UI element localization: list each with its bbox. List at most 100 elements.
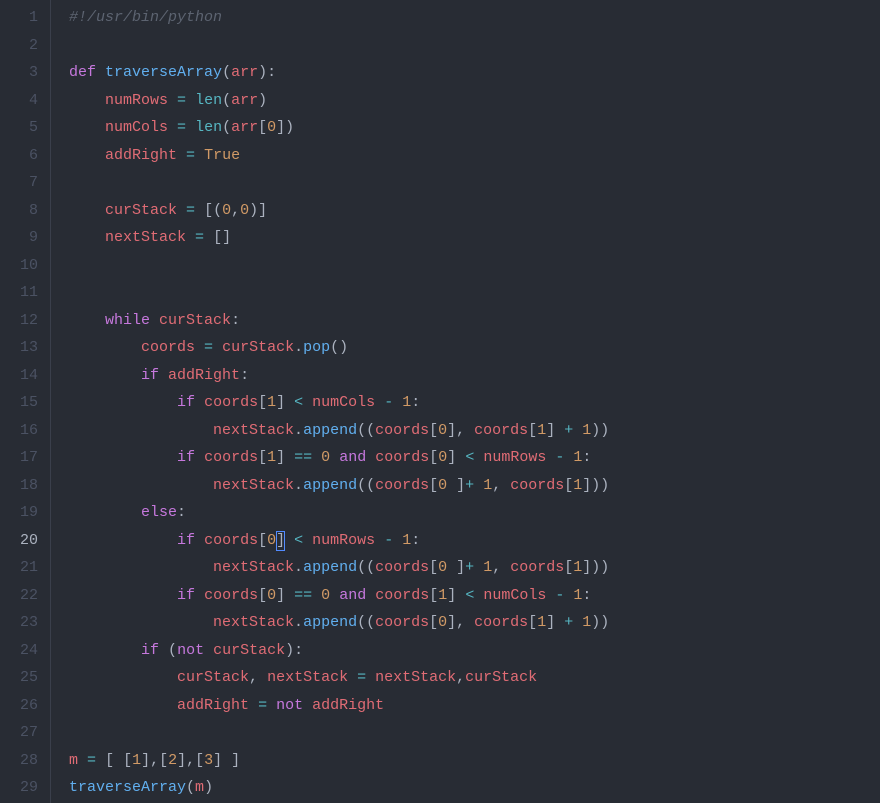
- code-line[interactable]: nextStack.append((coords[0 ]+ 1, coords[…: [69, 554, 880, 582]
- token-var: m: [195, 779, 204, 796]
- code-line[interactable]: if coords[0] == 0 and coords[1] < numCol…: [69, 582, 880, 610]
- token-text: [447, 559, 456, 576]
- token-punc: ((: [357, 614, 375, 631]
- code-line[interactable]: nextStack.append((coords[0], coords[1] +…: [69, 417, 880, 445]
- token-punc: ]: [456, 477, 465, 494]
- token-var: coords: [204, 532, 258, 549]
- token-punc: (: [222, 92, 231, 109]
- token-num: 1: [402, 532, 411, 549]
- code-line[interactable]: numRows = len(arr): [69, 87, 880, 115]
- token-text: [78, 752, 87, 769]
- line-number: 11: [8, 279, 38, 307]
- line-number: 14: [8, 362, 38, 390]
- token-text: [69, 147, 105, 164]
- token-var: numCols: [312, 394, 375, 411]
- token-text: [285, 532, 294, 549]
- token-text: [285, 394, 294, 411]
- token-punc: .: [294, 422, 303, 439]
- token-var: coords: [510, 559, 564, 576]
- token-text: [159, 367, 168, 384]
- token-text: [456, 587, 465, 604]
- token-text: [69, 614, 213, 631]
- token-var: nextStack: [213, 559, 294, 576]
- code-line[interactable]: nextStack.append((coords[0 ]+ 1, coords[…: [69, 472, 880, 500]
- code-line[interactable]: if (not curStack):: [69, 637, 880, 665]
- token-punc: [: [528, 422, 537, 439]
- token-punc: :: [582, 449, 591, 466]
- code-line[interactable]: m = [ [1],[2],[3] ]: [69, 747, 880, 775]
- token-punc: ]: [456, 559, 465, 576]
- code-line[interactable]: def traverseArray(arr):: [69, 59, 880, 87]
- token-var: curStack: [213, 642, 285, 659]
- token-num: 1: [537, 422, 546, 439]
- code-line[interactable]: coords = curStack.pop(): [69, 334, 880, 362]
- token-num: 0: [438, 614, 447, 631]
- token-num: 1: [483, 559, 492, 576]
- token-text: [393, 394, 402, 411]
- token-var: coords: [375, 559, 429, 576]
- code-line[interactable]: [69, 32, 880, 60]
- token-op: =: [186, 147, 195, 164]
- token-var: nextStack: [213, 614, 294, 631]
- code-line[interactable]: curStack = [(0,0)]: [69, 197, 880, 225]
- token-bool: True: [204, 147, 240, 164]
- code-line[interactable]: numCols = len(arr[0]): [69, 114, 880, 142]
- token-punc: (: [186, 779, 195, 796]
- token-punc: ])): [582, 559, 609, 576]
- token-punc: [ [: [105, 752, 132, 769]
- code-line[interactable]: if coords[0] < numRows - 1:: [69, 527, 880, 555]
- code-line[interactable]: #!/usr/bin/python: [69, 4, 880, 32]
- line-number: 10: [8, 252, 38, 280]
- line-number: 7: [8, 169, 38, 197]
- token-punc: ]: [276, 394, 285, 411]
- token-punc: (: [168, 642, 177, 659]
- token-var: nextStack: [375, 669, 456, 686]
- token-op: =: [204, 339, 213, 356]
- token-op: +: [465, 477, 474, 494]
- token-punc: [: [528, 614, 537, 631]
- token-var: coords: [375, 422, 429, 439]
- code-line[interactable]: if coords[1] < numCols - 1:: [69, 389, 880, 417]
- code-line[interactable]: addRight = True: [69, 142, 880, 170]
- token-punc: :: [240, 367, 249, 384]
- token-text: [285, 449, 294, 466]
- token-punc: ]: [447, 449, 456, 466]
- token-text: [186, 229, 195, 246]
- code-line[interactable]: [69, 252, 880, 280]
- code-line[interactable]: nextStack.append((coords[0], coords[1] +…: [69, 609, 880, 637]
- line-number: 24: [8, 637, 38, 665]
- token-num: 0: [267, 532, 276, 549]
- token-num: 1: [537, 614, 546, 631]
- token-text: [69, 367, 141, 384]
- code-line[interactable]: while curStack:: [69, 307, 880, 335]
- code-line[interactable]: if addRight:: [69, 362, 880, 390]
- token-text: [69, 504, 141, 521]
- token-punc: ],[: [141, 752, 168, 769]
- token-text: [69, 669, 177, 686]
- token-text: [69, 394, 177, 411]
- code-line[interactable]: nextStack = []: [69, 224, 880, 252]
- code-line[interactable]: curStack, nextStack = nextStack,curStack: [69, 664, 880, 692]
- token-text: [69, 587, 177, 604]
- code-line[interactable]: if coords[1] == 0 and coords[0] < numRow…: [69, 444, 880, 472]
- token-punc: [: [564, 559, 573, 576]
- line-number: 2: [8, 32, 38, 60]
- line-number: 12: [8, 307, 38, 335]
- code-line[interactable]: addRight = not addRight: [69, 692, 880, 720]
- token-text: [69, 559, 213, 576]
- token-fn: append: [303, 614, 357, 631]
- line-number: 19: [8, 499, 38, 527]
- token-punc: [: [429, 449, 438, 466]
- code-line[interactable]: [69, 169, 880, 197]
- token-text: [312, 587, 321, 604]
- token-punc: )]: [249, 202, 267, 219]
- line-number: 5: [8, 114, 38, 142]
- code-line[interactable]: else:: [69, 499, 880, 527]
- token-punc: [(: [204, 202, 222, 219]
- token-punc: ,: [492, 559, 510, 576]
- code-line[interactable]: [69, 719, 880, 747]
- code-editor[interactable]: #!/usr/bin/python def traverseArray(arr):…: [50, 0, 880, 803]
- code-line[interactable]: [69, 279, 880, 307]
- code-line[interactable]: traverseArray(m): [69, 774, 880, 802]
- token-text: [204, 642, 213, 659]
